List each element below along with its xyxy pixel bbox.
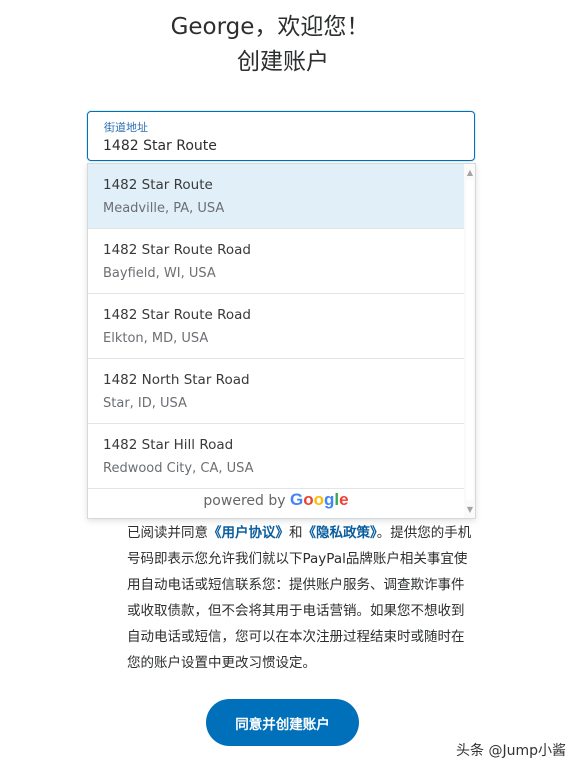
dropdown-scrollbar[interactable]: ▲ ▼ — [464, 164, 475, 518]
street-address-field[interactable]: 街道地址 — [87, 111, 475, 161]
powered-by-google: powered by Google — [88, 490, 464, 518]
greeting-title: George，欢迎您！ — [170, 14, 370, 40]
street-address-label: 街道地址 — [104, 121, 148, 134]
suggestion-locality: Elkton, MD, USA — [103, 331, 209, 346]
suggestion-locality: Redwood City, CA, USA — [103, 461, 254, 476]
suggestion-locality: Star, ID, USA — [103, 396, 187, 411]
privacy-policy-link[interactable]: 《隐私政策》 — [303, 525, 377, 541]
page-title: 创建账户 — [237, 49, 329, 75]
user-agreement-link[interactable]: 《用户协议》 — [208, 525, 289, 541]
google-logo: Google — [289, 490, 349, 509]
legal-body: 。提供您的手机号码即表示您允许我们就以下PayPal品牌账户相关事宜使用自动电话… — [127, 525, 472, 671]
suggestion-street: 1482 North Star Road — [103, 372, 250, 388]
address-suggestion[interactable]: 1482 Star Route Meadville, PA, USA — [88, 164, 464, 229]
agree-create-account-button[interactable]: 同意并创建账户 — [206, 699, 359, 746]
address-suggestion[interactable]: 1482 Star Hill Road Redwood City, CA, US… — [88, 424, 464, 489]
legal-and: 和 — [289, 525, 303, 541]
suggestion-street: 1482 Star Hill Road — [103, 437, 234, 453]
suggestion-street: 1482 Star Route — [103, 177, 213, 193]
scroll-down-arrow-icon[interactable]: ▼ — [465, 504, 475, 516]
legal-consent-text: 已阅读并同意《用户协议》和《隐私政策》。提供您的手机号码即表示您允许我们就以下P… — [127, 520, 475, 676]
street-address-input[interactable] — [103, 135, 453, 157]
address-autocomplete-dropdown: 1482 Star Route Meadville, PA, USA 1482 … — [87, 163, 476, 519]
address-suggestion[interactable]: 1482 Star Route Road Elkton, MD, USA — [88, 294, 464, 359]
suggestion-street: 1482 Star Route Road — [103, 307, 251, 323]
watermark: 头条 @Jump小酱 — [456, 743, 566, 759]
legal-prefix: 已阅读并同意 — [127, 525, 208, 541]
powered-by-text: powered by — [203, 493, 286, 509]
suggestion-locality: Bayfield, WI, USA — [103, 266, 216, 281]
scroll-thumb[interactable] — [466, 180, 473, 500]
suggestion-street: 1482 Star Route Road — [103, 242, 251, 258]
scroll-up-arrow-icon[interactable]: ▲ — [465, 167, 475, 179]
address-suggestion[interactable]: 1482 North Star Road Star, ID, USA — [88, 359, 464, 424]
address-suggestion[interactable]: 1482 Star Route Road Bayfield, WI, USA — [88, 229, 464, 294]
suggestion-locality: Meadville, PA, USA — [103, 201, 225, 216]
